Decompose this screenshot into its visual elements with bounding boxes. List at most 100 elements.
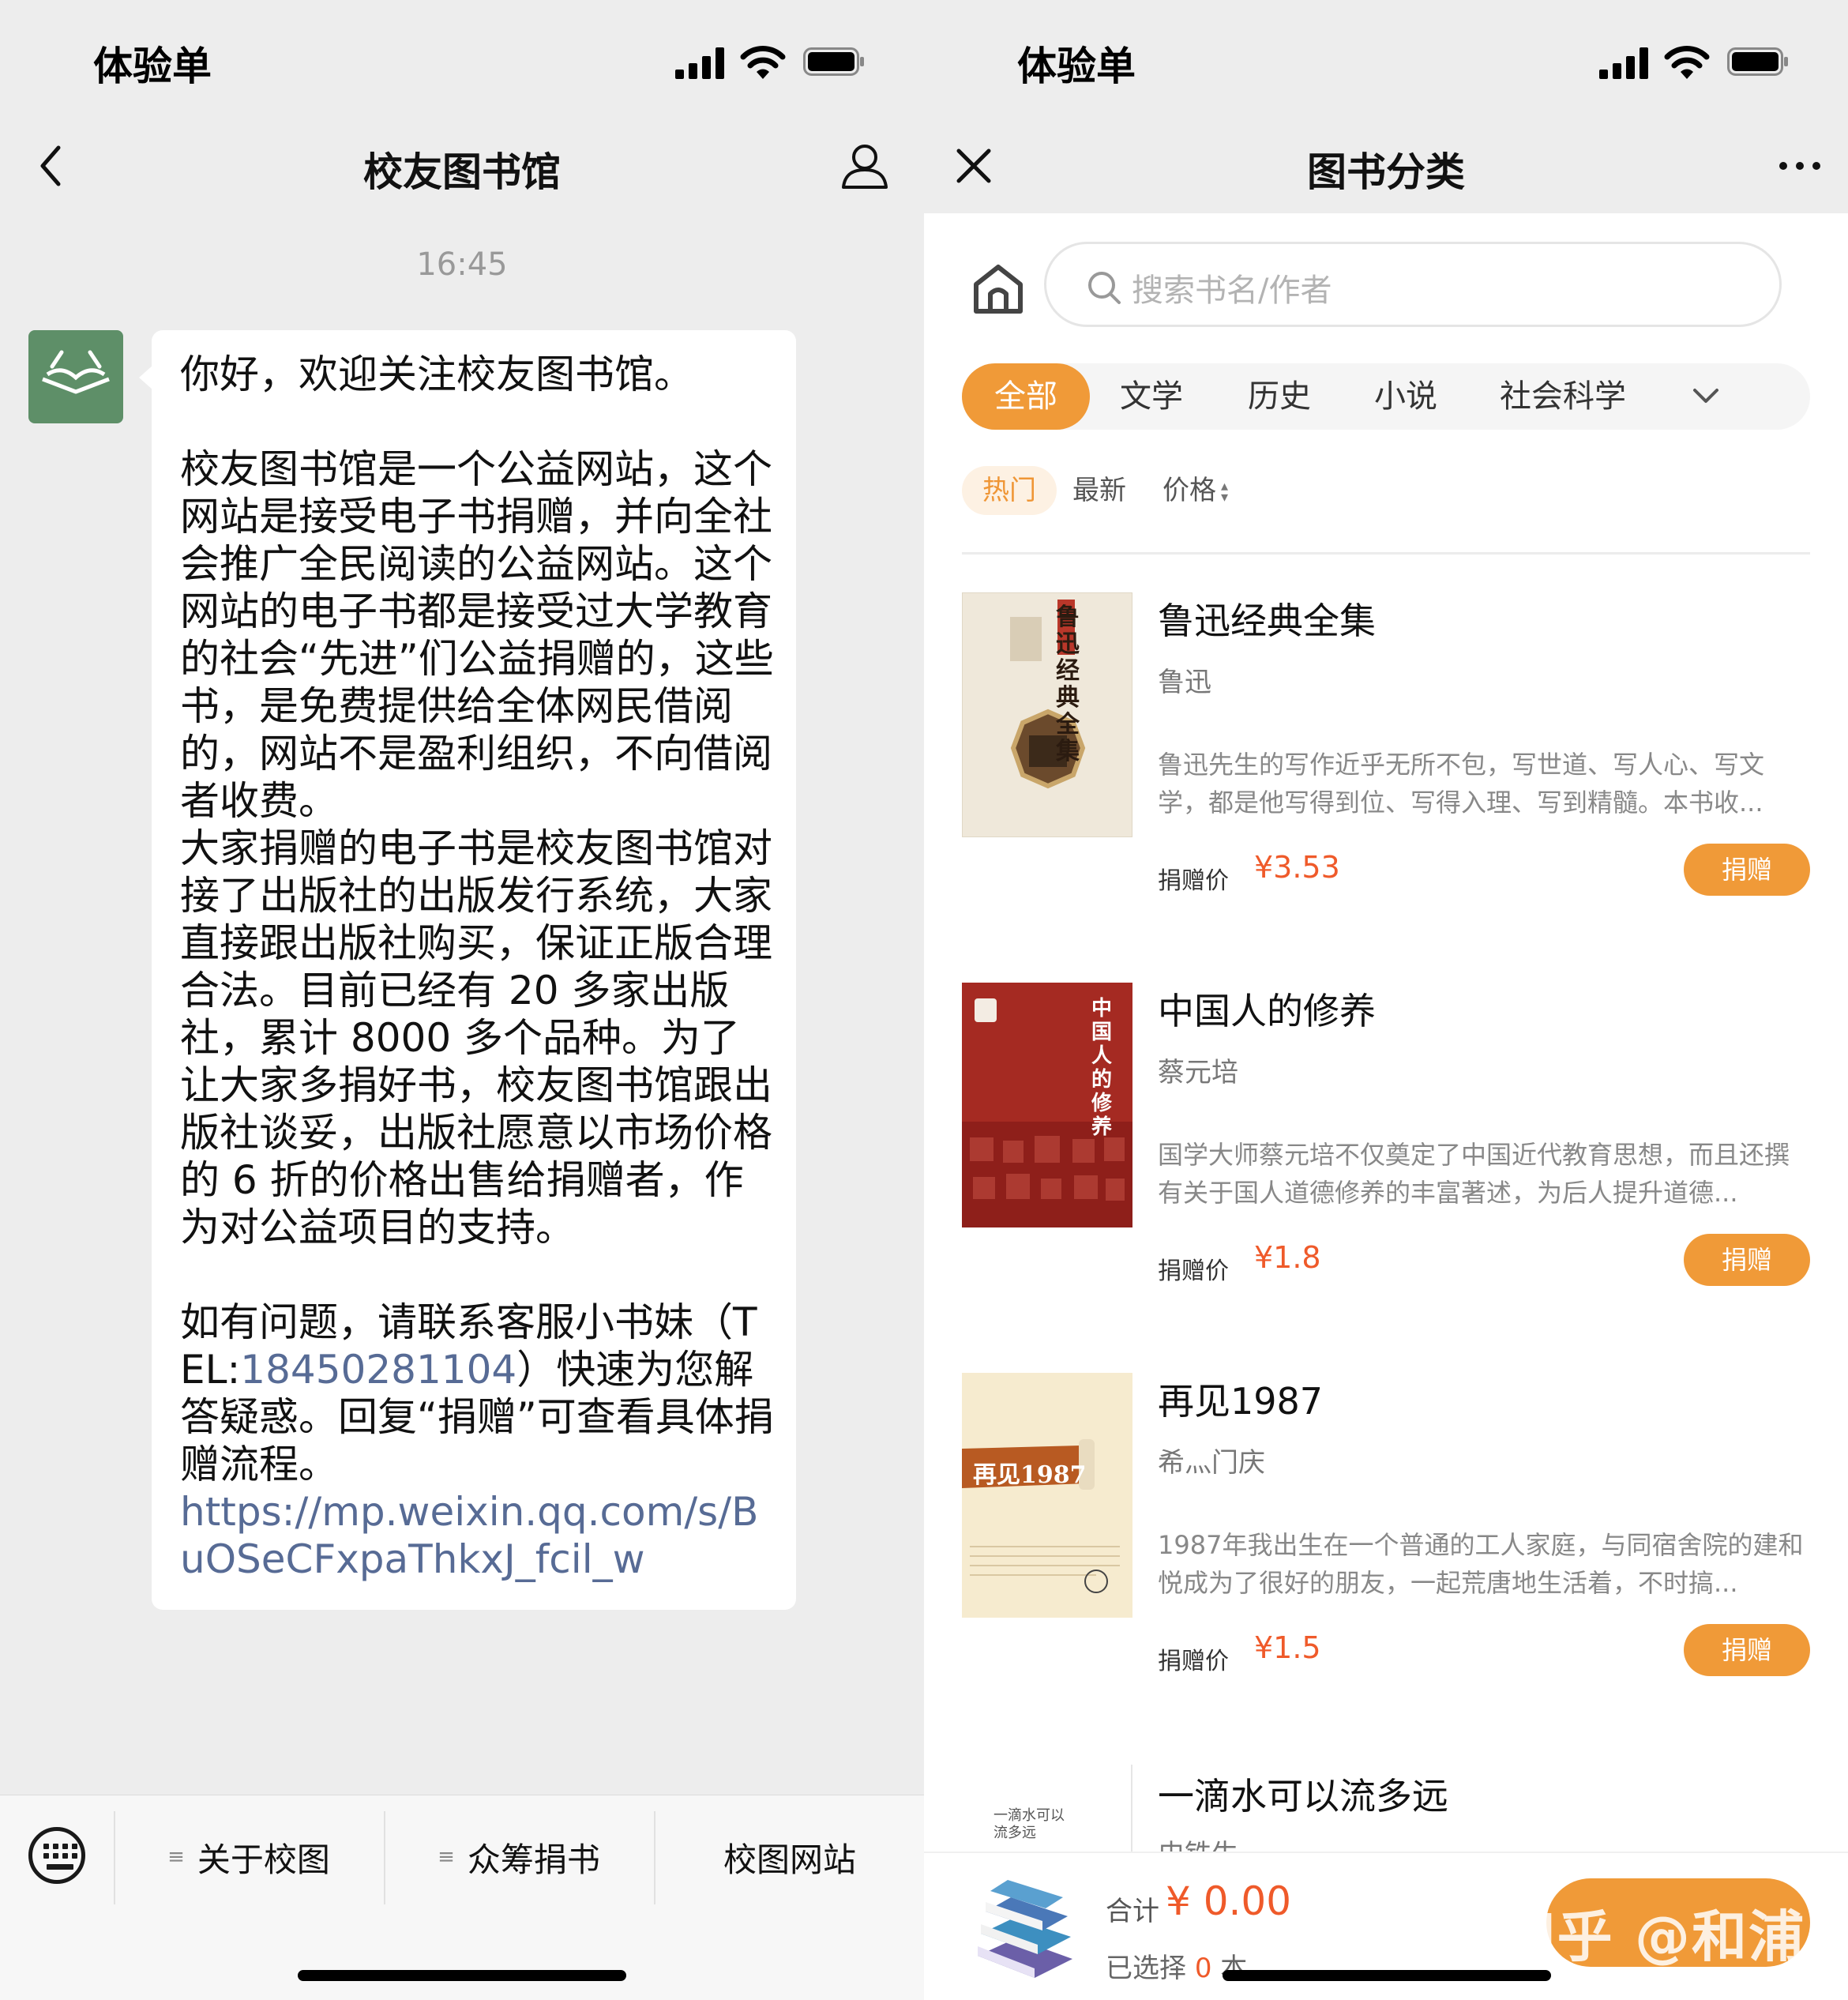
tab-fiction[interactable]: 小说 bbox=[1358, 363, 1453, 430]
tab-history[interactable]: 历史 bbox=[1232, 363, 1327, 430]
price-label: 捐赠价 bbox=[1158, 1258, 1229, 1285]
book-cover-title: 再见1987 bbox=[973, 1461, 1087, 1489]
cart-bar: 合计 ¥ 0.00 已选择 0 本 知乎 @和浦 bbox=[924, 1852, 1848, 2000]
book-description: 国学大师蔡元培不仅奠定了中国近代教育思想，而且还撰有关于国人道德修养的丰富著述，… bbox=[1158, 1140, 1790, 1208]
sort-options: 热门 最新 价格 ▴ ▾ bbox=[962, 463, 1810, 555]
message-paragraph-intro: 校友图书馆是一个公益网站，这个网站是接受电子书捐赠，并向全社会推广全民阅读的公益… bbox=[180, 446, 774, 824]
chat-screen: 体验单 校友图书馆 16:45 你好，欢迎关注校友图书馆。 校友图书馆是一个公益… bbox=[0, 0, 924, 2000]
menu-list-icon: ≡ bbox=[438, 1845, 455, 1869]
menu-about[interactable]: ≡ 关于校图 bbox=[115, 1819, 382, 1895]
total-amount: ¥ 0.00 bbox=[1166, 1878, 1292, 1924]
menu-about-label: 关于校图 bbox=[197, 1840, 330, 1879]
sort-price[interactable]: 价格 ▴ ▾ bbox=[1163, 466, 1228, 515]
book-cover: 鲁迅经典全集 bbox=[962, 592, 1132, 837]
bottom-menu: ≡ 关于校图 ≡ 众筹捐书 校图网站 bbox=[0, 1795, 924, 2000]
message-paragraph-contact: 如有问题，请联系客服小书妹（TEL:18450281104）快速为您解答疑惑。回… bbox=[180, 1299, 774, 1488]
book-title[interactable]: 再见1987 bbox=[1158, 1373, 1323, 1425]
status-bar: 体验单 bbox=[924, 0, 1848, 118]
more-options-icon[interactable] bbox=[1772, 138, 1827, 194]
book-price: ¥1.5 bbox=[1254, 1630, 1321, 1665]
selected-count: 0 bbox=[1194, 1953, 1212, 1984]
battery-icon bbox=[803, 47, 864, 76]
watermark-text: 知乎 @和浦 bbox=[1500, 1904, 1805, 1969]
book-category-screen: 体验单 图书分类 搜索书名/作者 全部 文学 历史 小说 社会科学 热门 最新 … bbox=[924, 0, 1848, 2000]
message-bubble: 你好，欢迎关注校友图书馆。 校友图书馆是一个公益网站，这个网站是接受电子书捐赠，… bbox=[152, 330, 796, 1610]
search-placeholder: 搜索书名/作者 bbox=[1132, 273, 1332, 309]
category-tabs: 全部 文学 历史 小说 社会科学 bbox=[962, 363, 1810, 430]
menu-website[interactable]: 校图网站 bbox=[655, 1819, 924, 1895]
message-greeting: 你好，欢迎关注校友图书馆。 bbox=[180, 352, 693, 397]
selected-label: 已选择 bbox=[1106, 1953, 1186, 1984]
message-paragraph-publishers: 大家捐赠的电子书是校友图书馆对接了出版社的出版发行系统，大家直接跟出版社购买，保… bbox=[180, 825, 772, 1250]
page-title: 图书分类 bbox=[1307, 149, 1465, 195]
sort-hot[interactable]: 热门 bbox=[962, 466, 1057, 515]
book-cover-title: 鲁迅经典全集 bbox=[1056, 603, 1080, 765]
nav-bar: 校友图书馆 bbox=[0, 118, 924, 213]
donate-button[interactable]: 捐赠 bbox=[1684, 1624, 1810, 1676]
book-author: 史铁生 bbox=[1158, 1833, 1238, 1852]
tab-literature[interactable]: 文学 bbox=[1104, 363, 1199, 430]
profile-icon[interactable] bbox=[837, 138, 892, 194]
book-item[interactable]: 再见1987 再见1987 希灬门庆 1987年我出生在一个普通的工人家庭，与同… bbox=[962, 1373, 1810, 1676]
search-icon bbox=[1088, 272, 1121, 304]
tab-social-science[interactable]: 社会科学 bbox=[1480, 363, 1646, 430]
search-input[interactable]: 搜索书名/作者 bbox=[1044, 242, 1782, 327]
menu-website-label: 校图网站 bbox=[723, 1840, 856, 1879]
home-indicator[interactable] bbox=[298, 1970, 626, 1981]
book-author: 鲁迅 bbox=[1158, 667, 1211, 698]
book-cover: 再见1987 bbox=[962, 1373, 1132, 1618]
book-cover-title: 一滴水可以流多远 bbox=[993, 1807, 1065, 1841]
wifi-icon bbox=[1664, 46, 1710, 79]
book-description: 鲁迅先生的写作近乎无所不包，写世道、写人心、写文学，都是他写得到位、写得入理、写… bbox=[1158, 750, 1765, 818]
menu-crowdfund-label: 众筹捐书 bbox=[467, 1840, 600, 1879]
search-row: 搜索书名/作者 bbox=[924, 213, 1848, 340]
signal-icon bbox=[675, 47, 724, 79]
book-stack-icon[interactable] bbox=[970, 1874, 1080, 1984]
article-link[interactable]: https://mp.weixin.qq.com/s/BuOSeCFxpaThk… bbox=[180, 1488, 774, 1583]
open-book-logo-icon bbox=[42, 350, 110, 394]
sort-arrows-icon: ▴ ▾ bbox=[1221, 477, 1229, 506]
price-label: 捐赠价 bbox=[1158, 867, 1229, 895]
book-item[interactable]: 鲁迅经典全集 鲁迅经典全集 鲁迅 鲁迅先生的写作近乎无所不包，写世道、写人心、写… bbox=[962, 592, 1810, 896]
book-cover-title: 中国人的修养 bbox=[1091, 997, 1113, 1139]
status-bar: 体验单 bbox=[0, 0, 924, 118]
home-indicator[interactable] bbox=[1223, 1970, 1551, 1981]
book-price: ¥1.8 bbox=[1254, 1240, 1321, 1275]
home-icon[interactable] bbox=[970, 259, 1027, 316]
signal-icon bbox=[1599, 47, 1648, 79]
carrier-label: 体验单 bbox=[1017, 43, 1136, 89]
sort-price-label: 价格 bbox=[1163, 475, 1216, 506]
book-title[interactable]: 鲁迅经典全集 bbox=[1158, 592, 1376, 645]
book-item[interactable]: 一滴水可以流多远 一滴水可以流多远 史铁生 bbox=[962, 1765, 1810, 1852]
total-label: 合计 bbox=[1106, 1896, 1159, 1927]
book-cover-illustration bbox=[962, 1373, 1132, 1618]
tab-all[interactable]: 全部 bbox=[962, 363, 1090, 430]
message-timestamp: 16:45 bbox=[416, 246, 508, 283]
book-description: 1987年我出生在一个普通的工人家庭，与同宿舍院的建和悦成为了很好的朋友，一起荒… bbox=[1158, 1530, 1804, 1598]
book-title[interactable]: 中国人的修养 bbox=[1158, 983, 1376, 1035]
donate-button[interactable]: 捐赠 bbox=[1684, 844, 1810, 896]
chevron-down-icon[interactable] bbox=[1692, 384, 1720, 408]
phone-link[interactable]: 18450281104 bbox=[240, 1347, 516, 1393]
status-icons bbox=[675, 44, 865, 79]
book-author: 蔡元培 bbox=[1158, 1057, 1238, 1088]
page-title: 校友图书馆 bbox=[363, 149, 561, 195]
wifi-icon bbox=[740, 46, 786, 79]
book-cover-illustration bbox=[963, 593, 1132, 836]
library-avatar[interactable] bbox=[28, 330, 123, 423]
book-price: ¥3.53 bbox=[1254, 850, 1340, 885]
menu-list-icon: ≡ bbox=[167, 1845, 185, 1869]
carrier-label: 体验单 bbox=[93, 43, 212, 89]
status-icons bbox=[1599, 44, 1789, 79]
nav-bar: 图书分类 bbox=[924, 118, 1848, 213]
book-title[interactable]: 一滴水可以流多远 bbox=[1158, 1768, 1448, 1820]
menu-crowdfund[interactable]: ≡ 众筹捐书 bbox=[385, 1819, 652, 1895]
book-cover: 中国人的修养 bbox=[962, 983, 1132, 1227]
keyboard-toggle-icon[interactable] bbox=[28, 1827, 85, 1884]
book-item[interactable]: 中国人的修养 中国人的修养 蔡元培 国学大师蔡元培不仅奠定了中国近代教育思想，而… bbox=[962, 983, 1810, 1286]
donate-button[interactable]: 捐赠 bbox=[1684, 1234, 1810, 1286]
price-label: 捐赠价 bbox=[1158, 1648, 1229, 1675]
sort-newest[interactable]: 最新 bbox=[1072, 466, 1126, 515]
book-author: 希灬门庆 bbox=[1158, 1447, 1265, 1479]
battery-icon bbox=[1727, 47, 1788, 76]
